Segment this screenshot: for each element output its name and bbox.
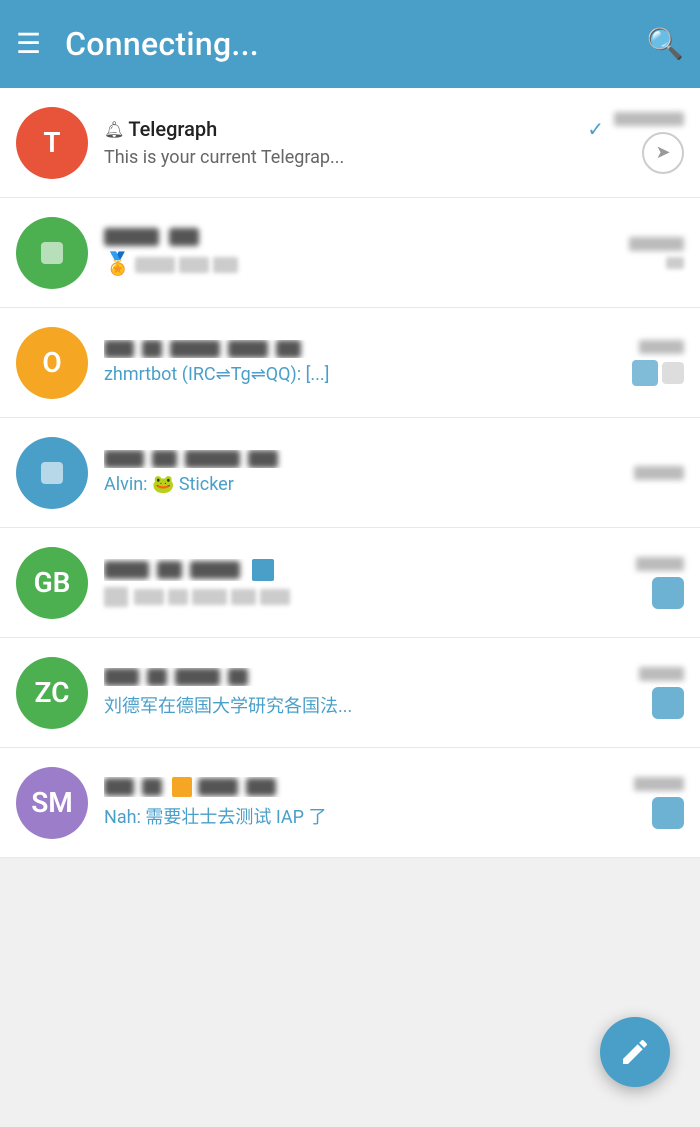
preview-blur-1 (135, 257, 175, 273)
name-blur-4c (185, 450, 240, 468)
chat-item-2[interactable]: 🏅 (0, 198, 700, 308)
name-blur-7a (104, 778, 134, 796)
time-blurred-2 (629, 237, 684, 251)
preview-blur-5-envelope (104, 587, 128, 607)
chat-item-telegraph[interactable]: T 🔔︎ Telegraph ✓ This is your current Te… (0, 88, 700, 198)
header-title: Connecting... (65, 25, 647, 63)
name-blur-3b (142, 340, 162, 358)
chat-content-3: zhmrtbot (IRC⇌Tg⇌QQ): [...] (104, 340, 604, 385)
badge-icon-6 (652, 687, 684, 719)
name-blur-5b (157, 561, 182, 579)
name-blur-5c (190, 561, 240, 579)
badge-icon-3a (632, 360, 658, 386)
name-blur-7b (142, 778, 162, 796)
chat-content-2: 🏅 (104, 228, 604, 277)
badge-icon-3b (662, 362, 684, 384)
chat-content-7: Nah: 需要壮士去测试 IAP 了 (104, 777, 604, 829)
avatar-3: O (16, 327, 88, 399)
chat-content-telegraph: 🔔︎ Telegraph ✓ This is your current Tele… (104, 117, 604, 168)
name-blur-6b (147, 668, 167, 686)
preview-blur-3 (213, 257, 238, 273)
avatar-5: GB (16, 547, 88, 619)
name-blur-1 (104, 228, 159, 246)
avatar-2 (16, 217, 88, 289)
avatar-7: SM (16, 767, 88, 839)
verified-icon: ✓ (587, 117, 604, 141)
chat-meta-6 (604, 667, 684, 719)
name-blur-4b (152, 450, 177, 468)
chat-item-5[interactable]: GB (0, 528, 700, 638)
chat-meta-7 (604, 777, 684, 829)
name-blur-4d (248, 450, 278, 468)
preview-row-2: 🏅 (104, 252, 604, 277)
header: ☰ Connecting... 🔍 (0, 0, 700, 88)
chat-meta-5 (604, 557, 684, 609)
name-blur-6c (175, 668, 220, 686)
time-blurred-3 (639, 340, 684, 354)
compose-icon (619, 1036, 651, 1068)
chat-meta-telegraph: ➤ (604, 112, 684, 174)
preview-blur-5e (260, 589, 290, 605)
name-blur-3e (276, 340, 301, 358)
chat-name-icons: 🔔︎ (104, 120, 124, 139)
name-blur-7d (246, 778, 276, 796)
chat-item-6[interactable]: ZC 刘德军在德国大学研究各国法... (0, 638, 700, 748)
chat-meta-3 (604, 340, 684, 386)
search-icon[interactable]: 🔍 (647, 27, 684, 62)
blue-square-5 (252, 559, 274, 581)
chat-content-6: 刘德军在德国大学研究各国法... (104, 668, 604, 718)
preview-row-5 (104, 587, 604, 607)
chat-item-3[interactable]: O zhmrtbot (IRC⇌Tg⇌QQ): [...] (0, 308, 700, 418)
avatar-telegraph: T (16, 107, 88, 179)
chat-preview-6: 刘德军在德国大学研究各国法... (104, 692, 604, 718)
chat-content-5 (104, 559, 604, 607)
badge-icon-7 (652, 797, 684, 829)
name-blur-4a (104, 450, 144, 468)
name-blur-5a (104, 561, 149, 579)
chat-name: Telegraph (128, 117, 581, 141)
name-blur-3a (104, 340, 134, 358)
time-blurred-7 (634, 777, 684, 791)
chat-meta-2 (604, 237, 684, 269)
avatar-4 (16, 437, 88, 509)
emoji-medal: 🏅 (104, 252, 131, 277)
name-blur-6a (104, 668, 139, 686)
status-blur (666, 257, 684, 269)
chat-meta-4 (604, 466, 684, 480)
preview-blur-5a (134, 589, 164, 605)
badge-icon-5 (652, 577, 684, 609)
name-blur-3c (170, 340, 220, 358)
name-blur-2 (169, 228, 199, 246)
chat-preview-3: zhmrtbot (IRC⇌Tg⇌QQ): [...] (104, 364, 604, 385)
preview-blur-5c (192, 589, 227, 605)
name-blur-7c (198, 778, 238, 796)
flag-icon-7 (172, 777, 192, 797)
preview-blur-5b (168, 589, 188, 605)
menu-icon[interactable]: ☰ (16, 30, 41, 58)
chat-list: T 🔔︎ Telegraph ✓ This is your current Te… (0, 88, 700, 858)
chat-preview-7: Nah: 需要壮士去测试 IAP 了 (104, 803, 604, 829)
muted-icon: 🔔︎ (104, 120, 124, 139)
chat-item-7[interactable]: SM Nah: 需要壮士去测试 IAP 了 (0, 748, 700, 858)
preview-blur-5d (231, 589, 256, 605)
chat-item-4[interactable]: Alvin: 🐸 Sticker (0, 418, 700, 528)
preview-blur-2 (179, 257, 209, 273)
time-blurred (614, 112, 684, 126)
time-blurred-5 (636, 557, 684, 571)
chat-preview: This is your current Telegrap... (104, 147, 604, 168)
avatar-6: ZC (16, 657, 88, 729)
forward-button[interactable]: ➤ (642, 132, 684, 174)
name-blur-6d (228, 668, 248, 686)
time-blurred-4 (634, 466, 684, 480)
compose-fab[interactable] (600, 1017, 670, 1087)
chat-content-4: Alvin: 🐸 Sticker (104, 450, 604, 495)
time-blurred-6 (639, 667, 684, 681)
chat-preview-4: Alvin: 🐸 Sticker (104, 474, 604, 495)
name-blur-3d (228, 340, 268, 358)
